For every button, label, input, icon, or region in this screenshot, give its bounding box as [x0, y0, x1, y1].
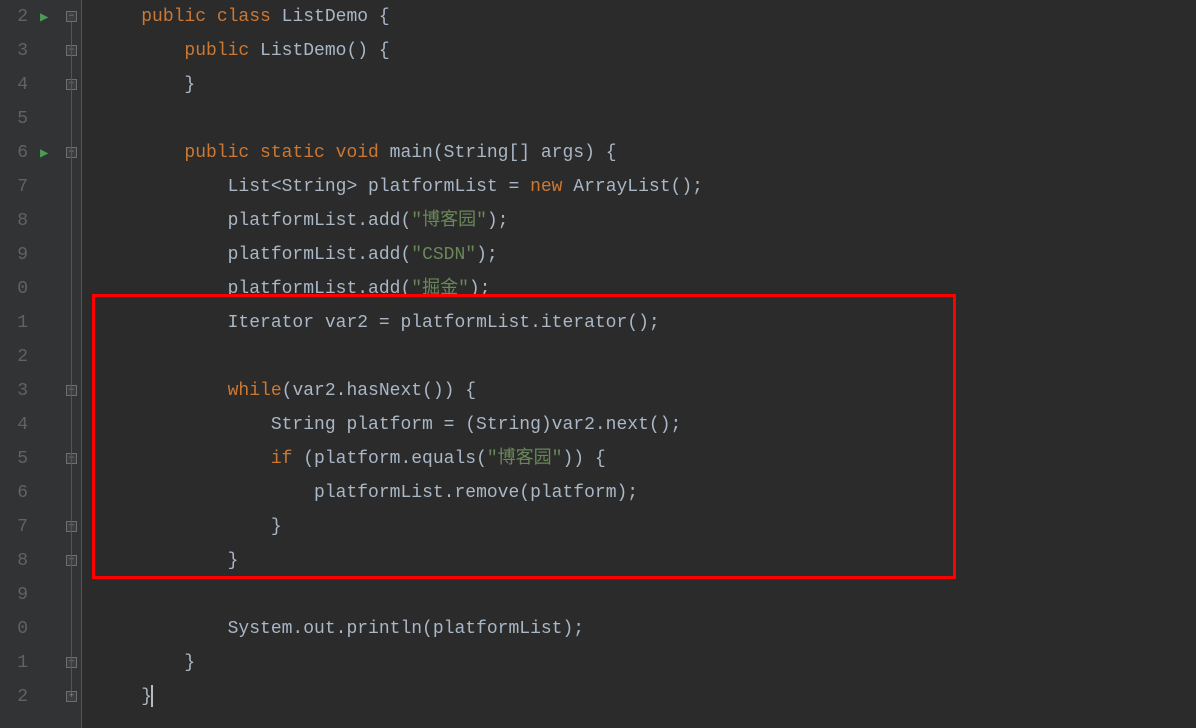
code-line[interactable]: List<String> platformList = new ArrayLis… — [98, 170, 1196, 204]
line-number: 8 — [0, 544, 28, 578]
run-icon[interactable]: ▶ — [40, 9, 48, 26]
line-number: 3 — [0, 374, 28, 408]
line-number: 3 — [0, 34, 28, 68]
line-number: 0 — [0, 272, 28, 306]
line-number: 4 — [0, 408, 28, 442]
code-line[interactable]: public ListDemo() { — [98, 34, 1196, 68]
line-number: 1 — [0, 646, 28, 680]
line-number: 2 — [0, 340, 28, 374]
fold-toggle-icon[interactable]: − — [66, 11, 77, 22]
code-line[interactable]: platformList.remove(platform); — [98, 476, 1196, 510]
code-line[interactable]: System.out.println(platformList); — [98, 612, 1196, 646]
code-line[interactable] — [98, 340, 1196, 374]
code-line[interactable] — [98, 578, 1196, 612]
code-line[interactable]: String platform = (String)var2.next(); — [98, 408, 1196, 442]
run-icon[interactable]: ▶ — [40, 145, 48, 162]
code-line[interactable]: } — [98, 544, 1196, 578]
run-marker-gutter: ▶ ▶ — [34, 0, 62, 728]
line-number: 6 — [0, 136, 28, 170]
code-line[interactable]: if (platform.equals("博客园")) { — [98, 442, 1196, 476]
line-number: 4 — [0, 68, 28, 102]
code-line[interactable]: } — [98, 680, 1196, 714]
code-line[interactable]: public class ListDemo { — [98, 0, 1196, 34]
code-line[interactable] — [98, 102, 1196, 136]
code-line[interactable]: public static void main(String[] args) { — [98, 136, 1196, 170]
line-number-gutter: 2 3 4 5 6 7 8 9 0 1 2 3 4 5 6 7 8 9 0 1 … — [0, 0, 34, 728]
text-cursor — [151, 685, 153, 707]
code-line[interactable]: } — [98, 510, 1196, 544]
code-editor[interactable]: 2 3 4 5 6 7 8 9 0 1 2 3 4 5 6 7 8 9 0 1 … — [0, 0, 1196, 728]
line-number: 6 — [0, 476, 28, 510]
line-number: 7 — [0, 170, 28, 204]
line-number: 5 — [0, 102, 28, 136]
line-number: 8 — [0, 204, 28, 238]
line-number: 1 — [0, 306, 28, 340]
code-line[interactable]: while(var2.hasNext()) { — [98, 374, 1196, 408]
line-number: 5 — [0, 442, 28, 476]
code-line[interactable]: platformList.add("掘金"); — [98, 272, 1196, 306]
line-number: 7 — [0, 510, 28, 544]
code-line[interactable]: } — [98, 68, 1196, 102]
code-line[interactable]: platformList.add("博客园"); — [98, 204, 1196, 238]
line-number: 2 — [0, 680, 28, 714]
line-number: 2 — [0, 0, 28, 34]
line-number: 0 — [0, 612, 28, 646]
code-line[interactable]: platformList.add("CSDN"); — [98, 238, 1196, 272]
code-line[interactable]: Iterator var2 = platformList.iterator(); — [98, 306, 1196, 340]
code-line[interactable]: } — [98, 646, 1196, 680]
code-content[interactable]: public class ListDemo { public ListDemo(… — [82, 0, 1196, 728]
line-number: 9 — [0, 238, 28, 272]
line-number: 9 — [0, 578, 28, 612]
fold-gutter: − − + − − − + + + + — [62, 0, 82, 728]
fold-close-icon[interactable]: + — [66, 691, 77, 702]
